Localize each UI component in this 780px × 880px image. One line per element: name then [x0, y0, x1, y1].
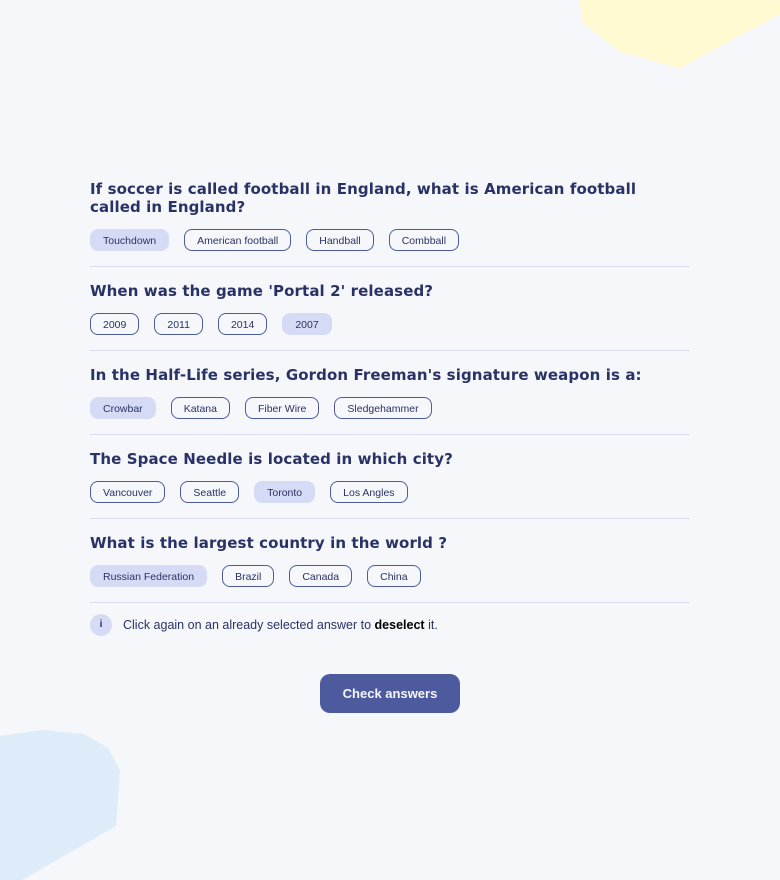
question-text: The Space Needle is located in which cit… — [90, 450, 453, 468]
answer-options: Vancouver Seattle Toronto Los Angles — [90, 481, 690, 503]
info-icon: i — [90, 614, 112, 636]
hint-text-bold: deselect — [374, 618, 425, 632]
answer-option[interactable]: Touchdown — [90, 229, 170, 251]
answer-option[interactable]: American football — [184, 229, 292, 251]
answer-option[interactable]: Toronto — [254, 481, 316, 503]
answer-options: Russian Federation Brazil Canada China — [90, 565, 690, 587]
question-block: In the Half-Life series, Gordon Freeman'… — [90, 366, 690, 435]
answer-option[interactable]: 2014 — [217, 313, 268, 335]
deselect-hint: i Click again on an already selected ans… — [90, 614, 690, 636]
answer-option[interactable]: Vancouver — [90, 481, 166, 503]
blue-blob — [0, 730, 120, 880]
answer-option[interactable]: China — [367, 565, 421, 587]
answer-option[interactable]: Handball — [306, 229, 374, 251]
answer-option[interactable]: Los Angles — [330, 481, 408, 503]
question-block: When was the game 'Portal 2' released? 2… — [90, 282, 690, 351]
answer-option[interactable]: Canada — [289, 565, 353, 587]
answer-option[interactable]: 2007 — [282, 313, 332, 335]
answer-option[interactable]: Combball — [388, 229, 460, 251]
answer-option[interactable]: Russian Federation — [90, 565, 208, 587]
question-block: If soccer is called football in England,… — [90, 180, 690, 267]
hint-text-after: it. — [428, 618, 438, 632]
question-block: What is the largest country in the world… — [90, 534, 690, 603]
question-text: If soccer is called football in England,… — [90, 180, 637, 216]
question-text: When was the game 'Portal 2' released? — [90, 282, 434, 300]
question-block: The Space Needle is located in which cit… — [90, 450, 690, 519]
answer-option[interactable]: Fiber Wire — [244, 397, 320, 419]
answer-option[interactable]: Katana — [170, 397, 230, 419]
answer-options: Crowbar Katana Fiber Wire Sledgehammer — [90, 397, 690, 419]
hint-text-before: Click again on an already selected answe… — [123, 618, 372, 632]
answer-options: Touchdown American football Handball Com… — [90, 229, 690, 251]
question-text: In the Half-Life series, Gordon Freeman'… — [90, 366, 642, 384]
yellow-blob — [580, 0, 780, 68]
question-text: What is the largest country in the world… — [90, 534, 448, 552]
quiz-list: If soccer is called football in England,… — [90, 180, 690, 636]
answer-option[interactable]: 2009 — [90, 313, 140, 335]
hint-text: Click again on an already selected answe… — [123, 618, 438, 632]
answer-option[interactable]: Brazil — [222, 565, 275, 587]
answer-option[interactable]: Sledgehammer — [334, 397, 432, 419]
answer-options: 2009 2011 2014 2007 — [90, 313, 690, 335]
answer-option[interactable]: 2011 — [154, 313, 203, 335]
check-answers-button[interactable]: Check answers — [320, 674, 460, 713]
answer-option[interactable]: Crowbar — [90, 397, 156, 419]
answer-option[interactable]: Seattle — [180, 481, 240, 503]
